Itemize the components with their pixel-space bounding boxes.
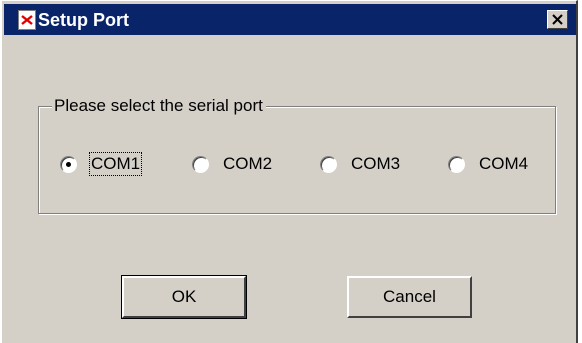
setup-port-dialog: Setup Port Please select the serial port… (0, 0, 578, 343)
ok-button[interactable]: OK (121, 275, 247, 319)
radio-label-com1[interactable]: COM1 (88, 152, 143, 176)
title-bar[interactable]: Setup Port (4, 4, 576, 35)
radio-selected-dot (66, 162, 71, 167)
window-title: Setup Port (38, 10, 130, 30)
cancel-button[interactable]: Cancel (347, 276, 472, 318)
radio-button-circle[interactable] (448, 156, 465, 173)
radio-label-com2[interactable]: COM2 (222, 153, 273, 175)
close-button[interactable] (547, 10, 568, 29)
radio-button-circle[interactable] (60, 156, 77, 173)
groupbox-label: Please select the serial port (52, 96, 266, 116)
radio-label-com4[interactable]: COM4 (478, 153, 529, 175)
radio-label-com3[interactable]: COM3 (350, 153, 401, 175)
radio-button-circle[interactable] (320, 156, 337, 173)
radio-button-circle[interactable] (192, 156, 209, 173)
broken-image-icon (18, 10, 36, 30)
close-icon (552, 14, 563, 25)
